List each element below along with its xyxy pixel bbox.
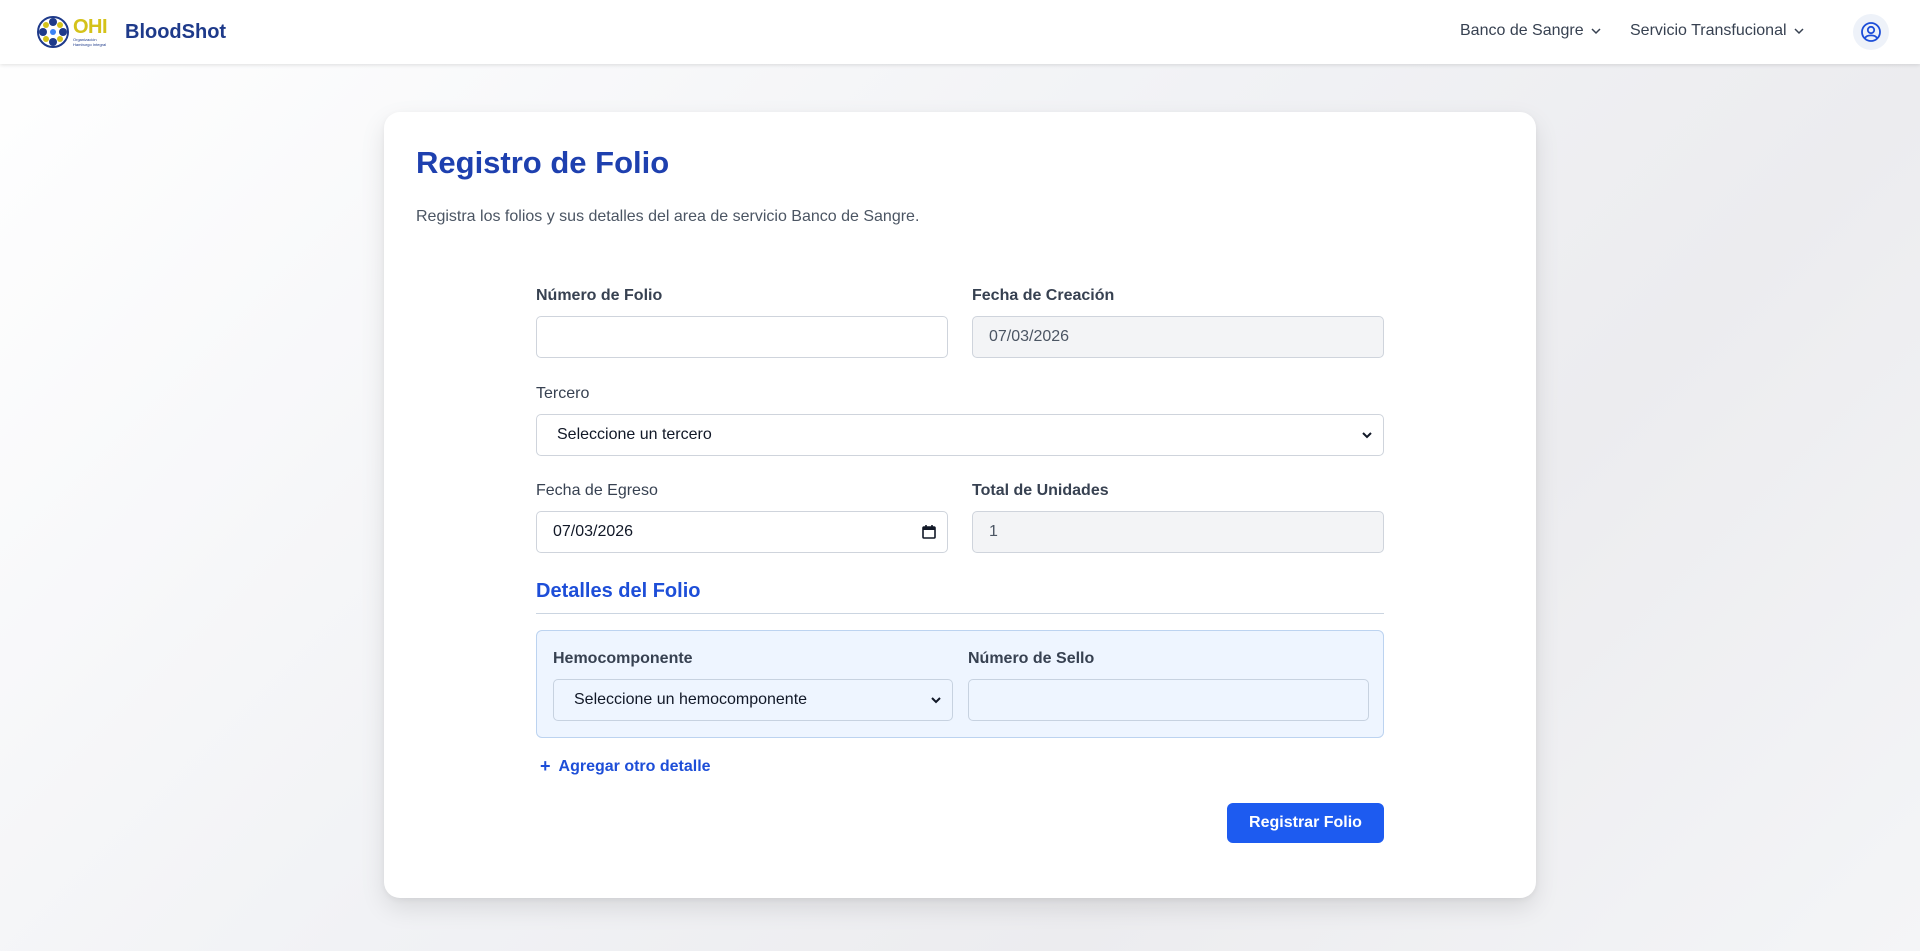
nav-label-banco: Banco de Sangre xyxy=(1460,22,1584,39)
ohi-logo-icon xyxy=(35,14,71,50)
detalles-section-title: Detalles del Folio xyxy=(536,580,701,602)
numero-folio-input[interactable] xyxy=(536,316,948,358)
fecha-egreso-label: Fecha de Egreso xyxy=(536,482,658,499)
chevron-down-icon xyxy=(930,694,942,706)
registrar-folio-button[interactable]: Registrar Folio xyxy=(1227,803,1384,843)
hemocomponente-label: Hemocomponente xyxy=(553,650,693,667)
plus-icon: + xyxy=(540,756,551,776)
section-divider xyxy=(536,613,1384,614)
fecha-creacion-input: 07/03/2026 xyxy=(972,316,1384,358)
user-circle-icon xyxy=(1860,21,1882,43)
tercero-selected-value: Seleccione un tercero xyxy=(557,426,712,443)
nav-label-servicio: Servicio Transfucional xyxy=(1630,22,1787,39)
top-navbar: OHI Organización Hamburgo Integral Blood… xyxy=(0,0,1920,64)
page-description: Registra los folios y sus detalles del a… xyxy=(416,208,920,225)
tercero-select[interactable]: Seleccione un tercero xyxy=(536,414,1384,456)
calendar-icon[interactable] xyxy=(921,524,937,540)
numero-sello-label: Número de Sello xyxy=(968,650,1095,667)
chevron-down-icon xyxy=(1793,25,1805,37)
fecha-egreso-value: 07/03/2026 xyxy=(553,523,634,540)
fecha-creacion-label: Fecha de Creación xyxy=(972,287,1115,304)
tercero-label: Tercero xyxy=(536,385,590,402)
hemocomponente-select[interactable]: Seleccione un hemocomponente xyxy=(553,679,953,721)
fecha-egreso-input[interactable]: 07/03/2026 xyxy=(536,511,948,553)
nav-dropdown-servicio-transfucional[interactable]: Servicio Transfucional xyxy=(1630,22,1820,40)
brand-logo-link[interactable]: OHI Organización Hamburgo Integral Blood… xyxy=(35,14,226,50)
total-unidades-input: 1 xyxy=(972,511,1384,553)
add-detail-button[interactable]: + Agregar otro detalle xyxy=(540,756,711,777)
detalle-row: Hemocomponente Seleccione un hemocompone… xyxy=(536,630,1384,738)
folio-form-card: Registro de Folio Registra los folios y … xyxy=(384,112,1536,898)
numero-folio-label: Número de Folio xyxy=(536,287,663,304)
app-name: BloodShot xyxy=(125,20,227,43)
chevron-down-icon xyxy=(1590,25,1602,37)
logo-ohi-text: OHI xyxy=(73,16,108,39)
numero-sello-input[interactable] xyxy=(968,679,1369,721)
page-title: Registro de Folio xyxy=(416,145,670,180)
nav-dropdown-banco-de-sangre[interactable]: Banco de Sangre xyxy=(1460,22,1610,40)
hemocomponente-selected-value: Seleccione un hemocomponente xyxy=(574,691,808,708)
logo-subtext: Organización Hamburgo Integral xyxy=(73,37,107,47)
total-unidades-label: Total de Unidades xyxy=(972,482,1109,499)
user-menu-button[interactable] xyxy=(1853,14,1889,50)
logo-wordmark: OHI Organización Hamburgo Integral xyxy=(73,17,113,47)
add-detail-label: Agregar otro detalle xyxy=(558,757,711,775)
chevron-down-icon xyxy=(1361,429,1373,441)
